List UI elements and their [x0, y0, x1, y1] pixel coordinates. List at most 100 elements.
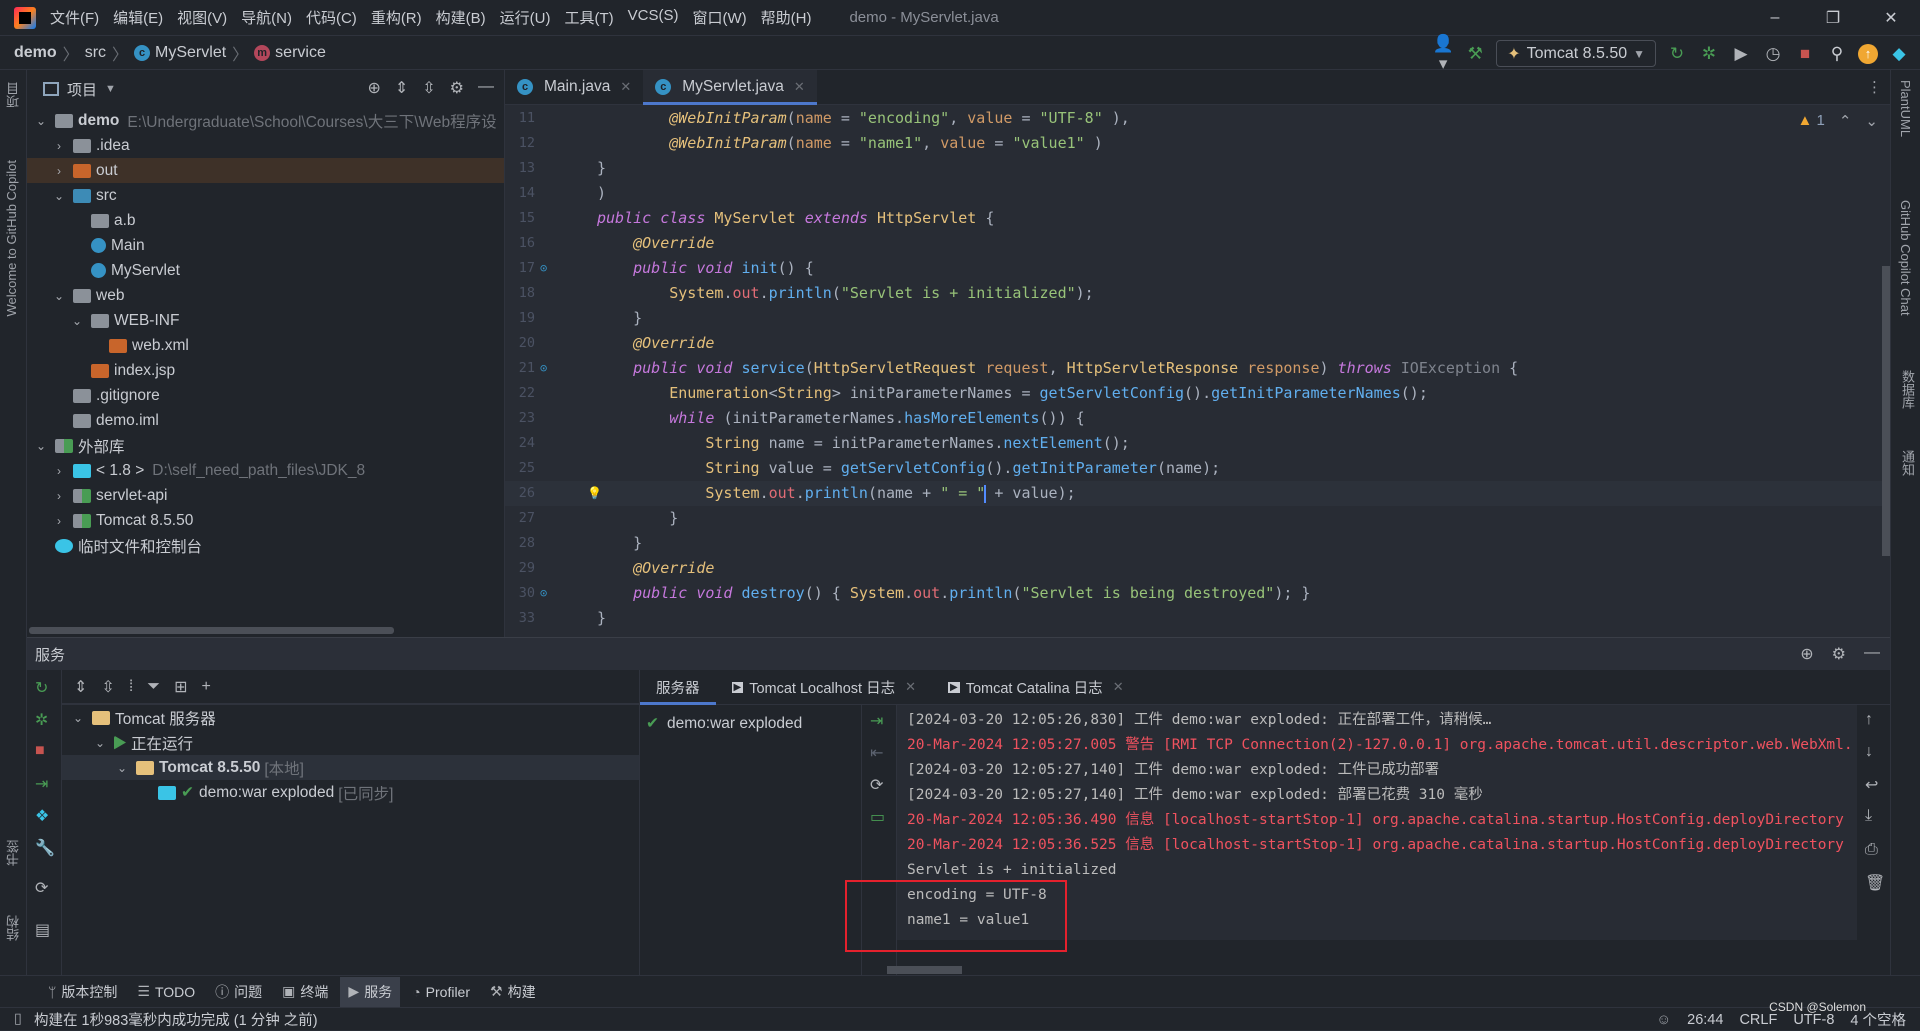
- new-tab-icon[interactable]: ⊞: [174, 677, 187, 697]
- database-tool-button[interactable]: 数据库: [1898, 370, 1917, 409]
- chevron-right-icon[interactable]: ›: [51, 139, 67, 153]
- console-horizontal-scrollbar[interactable]: [887, 966, 962, 974]
- tree-item[interactable]: 临时文件和控制台: [27, 533, 504, 558]
- code-line[interactable]: 27 }: [505, 506, 1890, 531]
- breadcrumb-project[interactable]: demo: [14, 44, 57, 62]
- rerun-icon[interactable]: ↻: [1666, 44, 1688, 64]
- tool-button-profiler[interactable]: ◔ Profiler: [404, 977, 478, 1007]
- chevron-down-icon[interactable]: ⌄: [70, 711, 86, 725]
- code-line[interactable]: 30 ⊙ public void destroy() { System.out.p…: [505, 581, 1890, 606]
- code-line[interactable]: 15 public class MyServlet extends HttpSer…: [505, 206, 1890, 231]
- tree-item[interactable]: › < 1.8 > D:\self_need_path_files\JDK_8: [27, 458, 504, 483]
- override-method-icon[interactable]: ⊙: [540, 256, 547, 281]
- service-item[interactable]: ⌄ 正在运行: [62, 730, 639, 755]
- tree-item[interactable]: › servlet-api: [27, 483, 504, 508]
- tool-button-terminal[interactable]: ▣ 终端: [274, 977, 336, 1007]
- tree-item[interactable]: ⌄ web: [27, 283, 504, 308]
- menu-item[interactable]: 导航(N): [241, 7, 292, 28]
- services-tab[interactable]: 服务器: [640, 670, 716, 705]
- plantuml-tool-button[interactable]: PlantUML: [1898, 80, 1913, 137]
- stop-icon[interactable]: ■: [1794, 44, 1816, 64]
- tree-item[interactable]: index.jsp: [27, 358, 504, 383]
- menu-item[interactable]: 视图(V): [177, 7, 227, 28]
- undeploy-icon[interactable]: ⇤: [870, 743, 883, 763]
- previous-highlight-icon[interactable]: ⌃: [1839, 112, 1852, 130]
- deploy-icon[interactable]: ⇥: [870, 711, 883, 731]
- chevron-down-icon[interactable]: ⌄: [33, 439, 49, 453]
- debug-icon[interactable]: ✲: [1698, 44, 1720, 64]
- print-icon[interactable]: ⎙: [1865, 841, 1878, 859]
- service-item[interactable]: ⌄ Tomcat 8.5.50 [本地]: [62, 755, 639, 780]
- chevron-down-icon[interactable]: ⌄: [92, 736, 108, 750]
- arrow-down-icon[interactable]: ↓: [1865, 743, 1873, 761]
- horizontal-scrollbar[interactable]: [29, 627, 394, 634]
- close-tab-icon[interactable]: ✕: [1113, 679, 1124, 695]
- next-highlight-icon[interactable]: ⌄: [1865, 112, 1878, 130]
- tree-item[interactable]: demo.iml: [27, 408, 504, 433]
- search-icon[interactable]: ⚲: [1826, 44, 1848, 64]
- code-line[interactable]: 11 @WebInitParam(name = "encoding", valu…: [505, 106, 1890, 131]
- menu-item[interactable]: 帮助(H): [761, 7, 812, 28]
- arrow-up-icon[interactable]: ↑: [1865, 711, 1873, 729]
- menu-item[interactable]: 代码(C): [306, 7, 357, 28]
- hide-icon[interactable]: —: [1864, 644, 1880, 664]
- breadcrumb-class[interactable]: MyServlet: [155, 44, 226, 62]
- breadcrumb-folder[interactable]: src: [85, 44, 106, 62]
- menu-item[interactable]: 构建(B): [436, 7, 486, 28]
- menu-item[interactable]: 运行(U): [500, 7, 551, 28]
- chevron-down-icon[interactable]: ⌄: [69, 314, 85, 328]
- tree-item[interactable]: MyServlet: [27, 258, 504, 283]
- expand-all-icon[interactable]: ⇕: [395, 78, 408, 98]
- code-editor[interactable]: 11 @WebInitParam(name = "encoding", valu…: [505, 106, 1890, 637]
- chevron-right-icon[interactable]: ›: [51, 489, 67, 503]
- debug-icon[interactable]: ✲: [35, 710, 48, 730]
- coverage-icon[interactable]: ▶: [1730, 44, 1752, 64]
- deployment-item[interactable]: ✔ demo:war exploded: [646, 711, 855, 736]
- breadcrumb-method[interactable]: service: [275, 44, 326, 62]
- menu-item[interactable]: 编辑(E): [113, 7, 163, 28]
- chevron-down-icon[interactable]: ⌄: [51, 289, 67, 303]
- chevron-right-icon[interactable]: ›: [51, 514, 67, 528]
- copilot-chat-tool-button[interactable]: GitHub Copilot Chat: [1898, 200, 1913, 316]
- tool-button-problems[interactable]: ⓘ 问题: [207, 977, 270, 1007]
- soft-wrap-icon[interactable]: ↩: [1865, 775, 1878, 795]
- tool-button-build[interactable]: ⚒ 构建: [482, 977, 544, 1007]
- tree-item[interactable]: Main: [27, 233, 504, 258]
- refresh-icon[interactable]: ⟳: [870, 775, 883, 795]
- code-line[interactable]: 12 @WebInitParam(name = "name1", value =…: [505, 131, 1890, 156]
- code-line[interactable]: 23 while (initParameterNames.hasMoreElem…: [505, 406, 1890, 431]
- services-tab[interactable]: ▶ Tomcat Localhost 日志 ✕: [716, 670, 932, 704]
- trash-icon[interactable]: 🗑: [1865, 873, 1885, 893]
- profile-icon[interactable]: ◷: [1762, 44, 1784, 64]
- code-line[interactable]: 33}: [505, 606, 1890, 631]
- project-panel-title[interactable]: 项目: [67, 79, 97, 100]
- globe-icon[interactable]: ⊕: [1800, 644, 1813, 664]
- tree-item[interactable]: ⌄ src: [27, 183, 504, 208]
- expand-all-icon[interactable]: ⇕: [74, 677, 87, 697]
- code-line[interactable]: 20 @Override: [505, 331, 1890, 356]
- code-line[interactable]: 21 ⊙ public void service(HttpServletReque…: [505, 356, 1890, 381]
- chevron-right-icon[interactable]: ›: [51, 164, 67, 178]
- restore-button[interactable]: ❐: [1804, 0, 1862, 35]
- group-by-icon[interactable]: ⁞: [129, 678, 133, 696]
- notifications-tool-button[interactable]: 通知: [1898, 450, 1917, 476]
- stop-icon[interactable]: ■: [35, 742, 45, 760]
- tree-item[interactable]: › out: [27, 158, 504, 183]
- menu-item[interactable]: 文件(F): [50, 7, 99, 28]
- collapse-all-icon[interactable]: ⇳: [422, 78, 435, 98]
- menu-item[interactable]: VCS(S): [628, 7, 679, 28]
- add-service-icon[interactable]: +: [201, 678, 210, 696]
- override-method-icon[interactable]: ⊙: [540, 581, 547, 606]
- tree-item[interactable]: ⌄ demo E:\Undergraduate\School\Courses\大三下…: [27, 108, 504, 133]
- minimize-button[interactable]: –: [1746, 0, 1804, 35]
- refresh-icon[interactable]: ⟳: [35, 878, 48, 898]
- code-line[interactable]: 13}: [505, 156, 1890, 181]
- run-configuration-dropdown[interactable]: ✦ Tomcat 8.5.50 ▼: [1496, 40, 1656, 67]
- tool-button-services[interactable]: ▶ 服务: [340, 976, 401, 1007]
- project-tool-button[interactable]: 项目: [4, 82, 23, 108]
- tree-item[interactable]: › Tomcat 8.5.50: [27, 508, 504, 533]
- wrench-icon[interactable]: 🔧: [35, 838, 55, 858]
- menu-item[interactable]: 工具(T): [564, 7, 613, 28]
- artifact-icon[interactable]: ❖: [35, 806, 49, 826]
- more-options-icon[interactable]: ⋮: [1867, 78, 1882, 96]
